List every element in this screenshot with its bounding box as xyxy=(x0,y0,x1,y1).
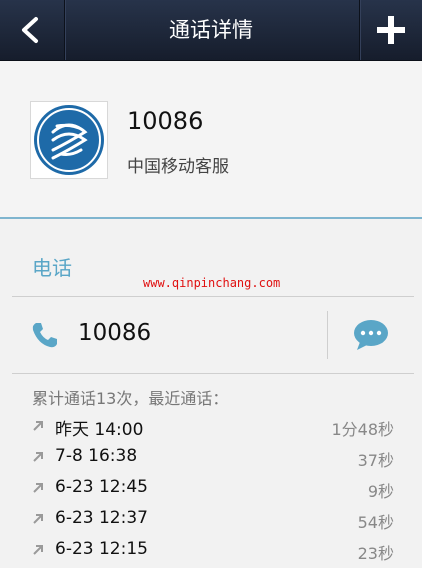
call-summary: 累计通话13次，最近通话： xyxy=(32,389,229,408)
call-history-row[interactable]: 昨天 14:00 1分48秒 xyxy=(0,410,422,441)
call-duration: 23秒 xyxy=(357,544,394,563)
contact-header: 10086 中国移动客服 xyxy=(0,61,422,217)
call-history-row[interactable]: 7-8 16:38 37秒 xyxy=(0,441,422,472)
phone-icon xyxy=(32,323,57,348)
page-title: 通话详情 xyxy=(169,18,253,42)
title-bar: 通话详情 xyxy=(0,0,422,61)
call-time: 7-8 16:38 xyxy=(55,446,138,466)
outgoing-call-arrow-icon xyxy=(33,545,43,555)
contact-name: 中国移动客服 xyxy=(127,157,229,177)
call-history-row[interactable]: 6-23 12:45 9秒 xyxy=(0,472,422,503)
call-duration: 54秒 xyxy=(357,513,394,532)
call-duration: 37秒 xyxy=(357,451,394,470)
section-divider xyxy=(0,217,422,219)
outgoing-call-arrow-icon xyxy=(33,421,43,431)
contact-number: 10086 xyxy=(127,107,204,135)
message-button[interactable] xyxy=(346,312,396,356)
avatar xyxy=(30,101,108,179)
call-time: 6-23 12:37 xyxy=(55,508,148,528)
outgoing-call-arrow-icon xyxy=(33,483,43,493)
chevron-left-icon xyxy=(22,17,38,43)
call-history-row[interactable]: 6-23 12:37 54秒 xyxy=(0,503,422,534)
call-duration: 9秒 xyxy=(367,482,394,501)
outgoing-call-arrow-icon xyxy=(33,514,43,524)
call-duration: 1分48秒 xyxy=(331,420,394,439)
watermark-text: www.qinpinchang.com xyxy=(143,276,281,290)
call-time: 昨天 14:00 xyxy=(55,420,144,440)
call-time: 6-23 12:15 xyxy=(55,539,148,559)
call-history-list: 昨天 14:00 1分48秒 7-8 16:38 37秒 6-23 12:45 … xyxy=(0,410,422,565)
call-history-row[interactable]: 6-23 12:15 23秒 xyxy=(0,534,422,565)
divider xyxy=(12,373,414,374)
phone-number: 10086 xyxy=(78,320,152,346)
section-title-phone: 电话 xyxy=(32,256,72,280)
call-time: 6-23 12:45 xyxy=(55,477,148,497)
plus-icon xyxy=(377,16,405,44)
vertical-separator xyxy=(327,311,328,359)
outgoing-call-arrow-icon xyxy=(33,452,43,462)
add-contact-button[interactable] xyxy=(359,0,422,60)
phone-row[interactable]: 10086 xyxy=(12,297,414,373)
china-mobile-logo-icon xyxy=(34,105,104,175)
chat-bubble-icon xyxy=(354,320,388,350)
back-button[interactable] xyxy=(0,0,65,60)
